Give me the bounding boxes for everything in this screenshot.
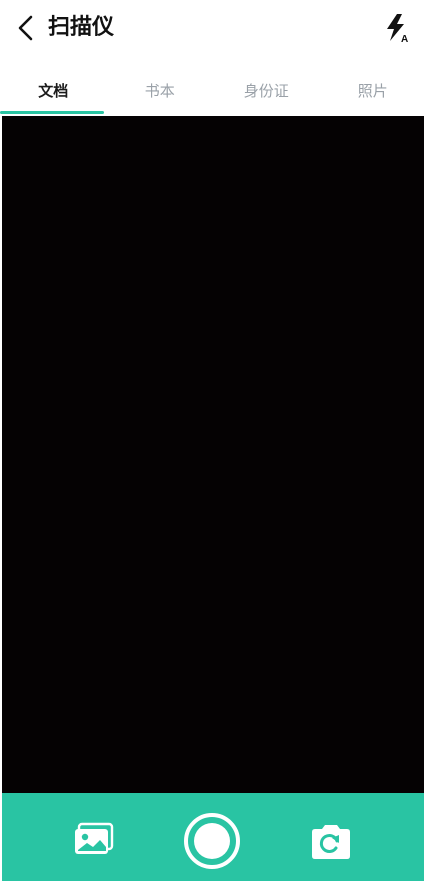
shutter-button[interactable]: [184, 813, 240, 869]
gallery-button[interactable]: [72, 822, 116, 858]
gallery-icon: [75, 822, 114, 854]
scanner-screen: 扫描仪 A 文档 书本 身份证 照片: [0, 0, 426, 881]
svg-text:A: A: [401, 34, 408, 44]
camera-controls: [2, 793, 424, 881]
tab-id-card[interactable]: 身份证: [213, 66, 320, 114]
flash-auto-icon: A: [387, 14, 408, 44]
chevron-left-icon: [18, 15, 33, 41]
tab-document[interactable]: 文档: [0, 66, 107, 114]
scan-mode-tabs: 文档 书本 身份证 照片: [0, 66, 426, 114]
camera-viewfinder[interactable]: [2, 116, 424, 793]
tab-label: 书本: [144, 81, 175, 100]
active-tab-indicator: [0, 111, 104, 114]
page-title: 扫描仪: [48, 15, 115, 40]
top-bar: 扫描仪 A: [0, 0, 426, 60]
tab-label: 身份证: [243, 81, 289, 100]
tab-book[interactable]: 书本: [107, 66, 214, 114]
tab-photo[interactable]: 照片: [320, 66, 426, 114]
shutter-icon: [194, 823, 230, 859]
switch-camera-icon: [312, 825, 350, 859]
tab-label: 文档: [38, 81, 69, 100]
tab-label: 照片: [357, 81, 388, 100]
back-button[interactable]: [12, 14, 40, 42]
switch-camera-button[interactable]: [309, 822, 353, 862]
flash-button[interactable]: A: [382, 12, 412, 44]
